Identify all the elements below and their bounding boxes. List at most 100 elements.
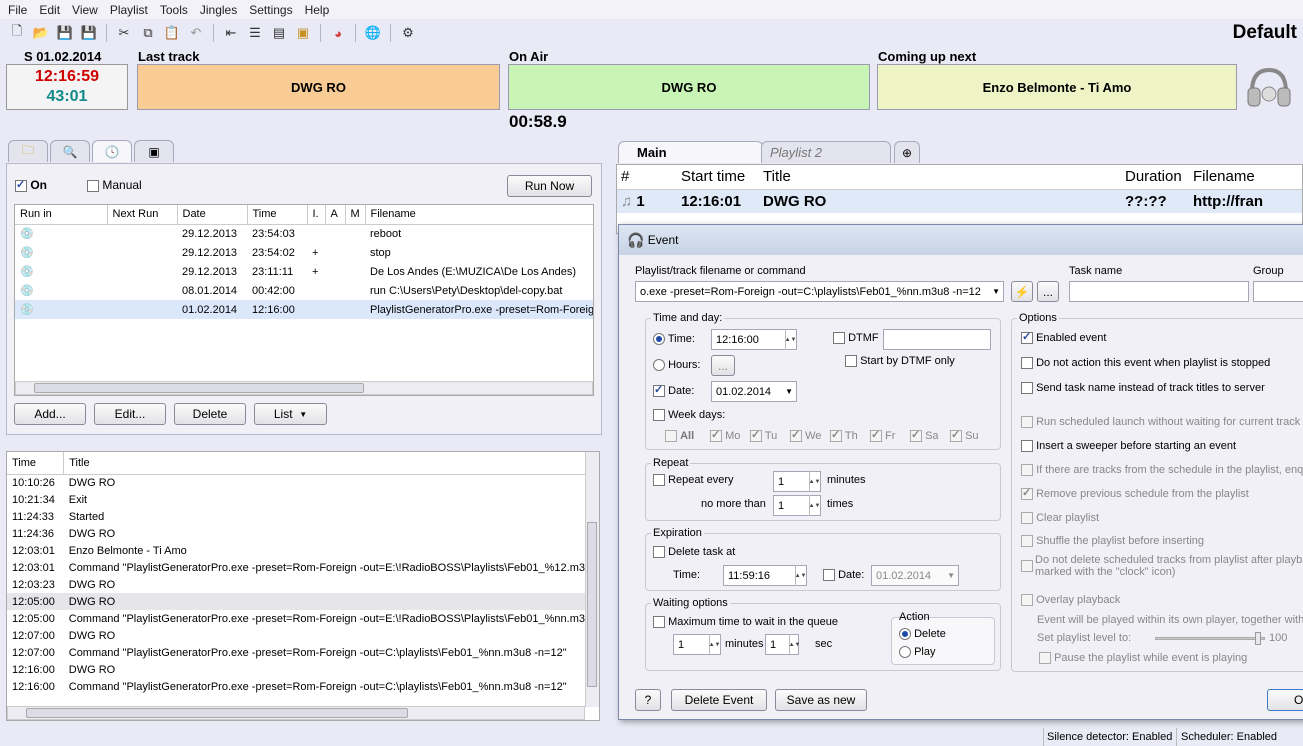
option-check[interactable] [1021,464,1033,477]
col-number[interactable]: # [617,165,677,189]
overlay-checkbox[interactable]: Overlay playback [1021,594,1120,607]
add-tab-icon[interactable]: ⊕ [894,141,920,163]
time-radio[interactable]: Time: [653,333,695,346]
settings-gear-icon[interactable]: ⚙ [397,22,419,44]
exp-date-checkbox[interactable]: Date: [823,569,864,582]
playlist-icon[interactable]: ☰ [244,22,266,44]
repeat-every-checkbox[interactable]: Repeat every [653,474,734,487]
menu-file[interactable]: File [2,3,33,17]
no-more-than-spinner[interactable]: ▲▼ [809,495,820,516]
tu-check[interactable] [750,428,762,443]
option-checkbox[interactable]: Send task name instead of track titles t… [1021,382,1265,395]
pie-chart-icon[interactable]: ◕ [327,22,349,44]
copy-icon[interactable]: ⧉ [137,22,159,44]
hours-radio-button[interactable] [653,359,665,372]
option-check[interactable] [1021,382,1033,395]
menu-playlist[interactable]: Playlist [104,3,154,17]
date-field[interactable]: 01.02.2014 ▼ [711,381,797,402]
horizontal-scrollbar[interactable] [7,706,585,720]
option-check[interactable] [1021,512,1033,525]
fr-check[interactable] [870,428,882,443]
option-check[interactable] [1021,440,1033,453]
tab-search[interactable]: 🔍 [50,140,90,162]
dtmf-checkbox[interactable]: DTMF [833,332,879,345]
list-button[interactable]: List ▼ [254,403,327,425]
log-row[interactable]: 11:24:33 Started [7,508,585,525]
col-title[interactable]: Title [64,452,585,474]
log-row[interactable]: 12:05:00 Command "PlaylistGeneratorPro.ex… [7,610,585,627]
delete-radio-button[interactable] [899,628,911,641]
menu-view[interactable]: View [66,3,104,17]
th-check[interactable] [830,428,842,443]
undo-icon[interactable]: ↶ [185,22,207,44]
week-days-checkbox[interactable]: Week days: [653,409,725,422]
dropdown-arrow-icon[interactable]: ▼ [947,571,955,580]
date-checkbox[interactable]: Date: [653,383,694,398]
menu-help[interactable]: Help [299,3,336,17]
globe-icon[interactable]: 🌐 [362,22,384,44]
col-filename[interactable]: Filename [1189,165,1302,189]
cut-icon[interactable]: ✂ [113,22,135,44]
menu-jingles[interactable]: Jingles [194,3,243,17]
lightning-icon[interactable]: ⚡ [1011,281,1033,302]
col-filename[interactable]: Filename [365,205,593,225]
table-row[interactable]: 💿 29.12.2013 23:54:03 reboot [15,224,593,243]
table-row[interactable]: 💿 29.12.2013 23:54:02 + stop [15,243,593,262]
ok-button[interactable]: O [1267,689,1303,711]
we-check[interactable] [790,428,802,443]
option-check[interactable] [1021,535,1033,548]
table-row[interactable]: 💿 08.01.2014 00:42:00 run C:\Users\Pety\Des… [15,281,593,300]
weekday-all[interactable]: All [665,430,694,443]
col-date[interactable]: Date [177,205,248,225]
col-a[interactable]: A [325,205,346,225]
scrollbar-thumb[interactable] [34,383,364,393]
tab-cart[interactable]: ▣ [134,140,174,162]
option-check[interactable] [1021,357,1033,370]
col-time[interactable]: Time [7,452,65,474]
log-row[interactable]: 10:21:34 Exit [7,491,585,508]
log-row[interactable]: 12:16:00 Command "PlaylistGeneratorPro.ex… [7,678,585,695]
tab-files[interactable]: 🗀 [8,140,48,162]
log-row[interactable]: 12:03:01 Command "PlaylistGeneratorPro.ex… [7,559,585,576]
open-icon[interactable]: 📂 [30,22,52,44]
col-run-in[interactable]: Run in [15,205,108,225]
col-next-run[interactable]: Next Run [107,205,178,225]
tab-main[interactable]: Main [618,141,763,163]
weekday-fr[interactable]: Fr [870,428,895,443]
wait-minutes-spinner[interactable]: ▲▼ [709,634,720,655]
hours-radio[interactable]: Hours: [653,359,700,372]
weekday-tu[interactable]: Tu [750,428,777,443]
option-checkbox[interactable]: Insert a sweeper before starting an even… [1021,440,1236,453]
tab-playlist-2[interactable]: Playlist 2 [761,141,891,163]
folder-icon[interactable]: ▣ [292,22,314,44]
repeat-every-check[interactable] [653,474,665,487]
delete-button[interactable]: Delete [174,403,246,425]
weekday-we[interactable]: We [790,428,821,443]
insert-icon[interactable]: ⇤ [220,22,242,44]
weekday-sa[interactable]: Sa [910,428,939,443]
exp-date-field[interactable]: 01.02.2014 ▼ [871,565,959,586]
option-check[interactable] [1021,486,1033,501]
log-row[interactable]: 12:03:01 Enzo Belmonte - Ti Amo [7,542,585,559]
table-row-selected[interactable]: 💿 01.02.2014 12:16:00 PlaylistGeneratorPro.… [15,300,593,319]
menu-edit[interactable]: Edit [33,3,66,17]
all-check[interactable] [665,430,677,443]
scrollbar-thumb[interactable] [26,708,408,718]
weekday-th[interactable]: Th [830,428,858,443]
option-checkbox[interactable]: Do not action this event when playlist i… [1021,357,1270,370]
scheduler-manual[interactable]: Manual [87,178,142,192]
option-checkbox[interactable]: Remove previous schedule from the playli… [1021,486,1249,501]
su-check[interactable] [950,428,962,443]
dropdown-arrow-icon[interactable]: ▼ [992,287,1000,296]
delete-task-checkbox[interactable]: Delete task at [653,546,735,559]
col-time[interactable]: Time [247,205,308,225]
col-start-time[interactable]: Start time [677,165,759,189]
menu-tools[interactable]: Tools [154,3,194,17]
dialog-titlebar[interactable]: 🎧 Event [619,225,1303,255]
col-duration[interactable]: Duration [1121,165,1189,189]
weekday-su[interactable]: Su [950,428,979,443]
headphones-icon[interactable] [1244,62,1294,112]
paste-icon[interactable]: 📋 [161,22,183,44]
option-checkbox[interactable]: Enabled event [1021,330,1106,345]
playlist-row[interactable]: ♫ 1 12:16:01 DWG RO ??:?? http://fran [617,189,1302,213]
